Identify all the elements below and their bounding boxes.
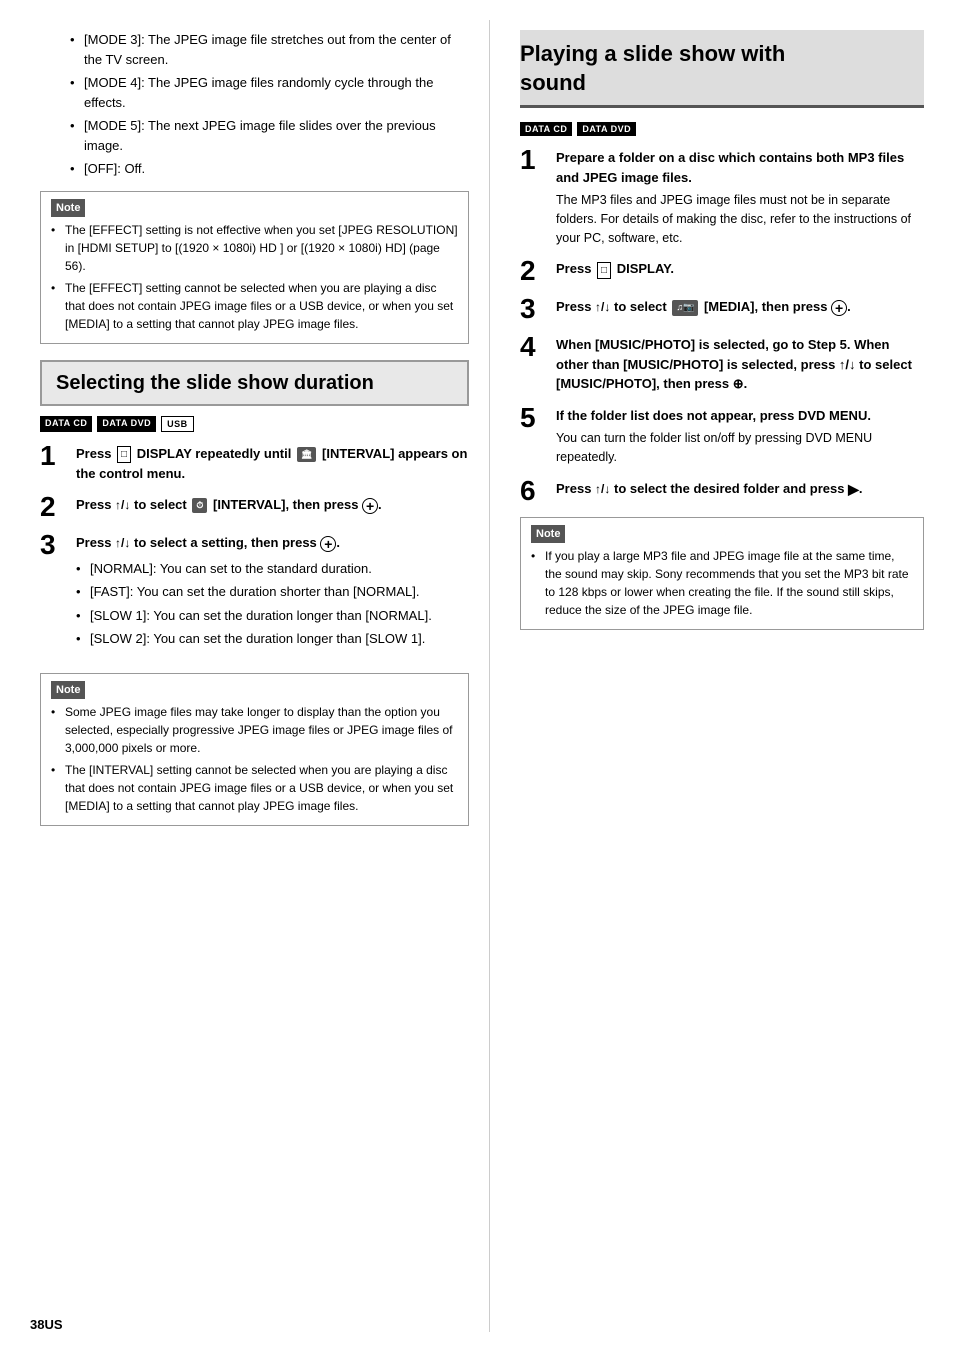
note-list-1: The [EFFECT] setting is not effective wh…: [51, 221, 458, 333]
list-item: [MODE 3]: The JPEG image file stretches …: [70, 30, 469, 69]
right-step-2: 2 Press □ DISPLAY.: [520, 259, 924, 285]
step-number-2: 2: [40, 493, 76, 521]
list-item: [FAST]: You can set the duration shorter…: [76, 582, 469, 602]
right-step-content-3: Press ↑/↓ to select ♫📷 [MEDIA], then pre…: [556, 297, 924, 317]
right-step-3: 3 Press ↑/↓ to select ♫📷 [MEDIA], then p…: [520, 297, 924, 323]
note-item: The [EFFECT] setting cannot be selected …: [51, 279, 458, 333]
arrow-icon-right3: ↑/↓: [595, 300, 610, 314]
note-item: Some JPEG image files may take longer to…: [51, 703, 458, 757]
left-column: [MODE 3]: The JPEG image file stretches …: [0, 20, 490, 1332]
right-step-content-4: When [MUSIC/PHOTO] is selected, go to St…: [556, 335, 924, 394]
badge-usb: USB: [161, 416, 194, 432]
list-item: [SLOW 1]: You can set the duration longe…: [76, 606, 469, 626]
note-item: If you play a large MP3 file and JPEG im…: [531, 547, 913, 619]
media-icon: ♫📷: [672, 300, 698, 316]
display-icon-right: □: [597, 262, 611, 279]
arrow-icon-right6: ↑/↓: [595, 482, 610, 496]
intro-bullet-list: [MODE 3]: The JPEG image file stretches …: [70, 30, 469, 179]
section-header-right: Playing a slide show with sound: [520, 30, 924, 108]
right-step-1: 1 Prepare a folder on a disc which conta…: [520, 148, 924, 247]
circle-plus-icon-3: +: [320, 536, 336, 552]
right-step-number-2: 2: [520, 257, 556, 285]
right-step-4: 4 When [MUSIC/PHOTO] is selected, go to …: [520, 335, 924, 394]
badge-datadvd: DATA DVD: [97, 416, 156, 432]
list-item: [SLOW 2]: You can set the duration longe…: [76, 629, 469, 649]
play-icon: ▶: [848, 479, 859, 500]
step3-bullets: [NORMAL]: You can set to the standard du…: [76, 559, 469, 649]
step-1: 1 Press □ DISPLAY repeatedly until 🏛 [IN…: [40, 444, 469, 483]
display-icon: □: [117, 446, 131, 463]
badge-datacd: DATA CD: [40, 416, 92, 432]
step-content-2: Press ↑/↓ to select ⏱ [INTERVAL], then p…: [76, 495, 469, 515]
arrow-updown-icon: ↑/↓: [115, 498, 130, 512]
note-list-2: Some JPEG image files may take longer to…: [51, 703, 458, 815]
list-item: [OFF]: Off.: [70, 159, 469, 179]
note-box-1: Note The [EFFECT] setting is not effecti…: [40, 191, 469, 345]
note-item: The [EFFECT] setting is not effective wh…: [51, 221, 458, 275]
circle-plus-right3: +: [831, 300, 847, 316]
step-3: 3 Press ↑/↓ to select a setting, then pr…: [40, 533, 469, 661]
right-step-number-1: 1: [520, 146, 556, 174]
step-number-1: 1: [40, 442, 76, 470]
right-step-content-5: If the folder list does not appear, pres…: [556, 406, 924, 467]
badges-1: DATA CD DATA DVD USB: [40, 416, 469, 432]
note-title-2: Note: [51, 681, 85, 700]
step-content-3: Press ↑/↓ to select a setting, then pres…: [76, 533, 469, 661]
step-content-1: Press □ DISPLAY repeatedly until 🏛 [INTE…: [76, 444, 469, 483]
right-step-content-1: Prepare a folder on a disc which contain…: [556, 148, 924, 247]
right-step-number-6: 6: [520, 477, 556, 505]
right-step-number-3: 3: [520, 295, 556, 323]
right-step-content-6: Press ↑/↓ to select the desired folder a…: [556, 479, 924, 500]
page-number: 38US: [30, 1317, 63, 1332]
right-step-number-5: 5: [520, 404, 556, 432]
note-box-2: Note Some JPEG image files may take long…: [40, 673, 469, 827]
note-item: The [INTERVAL] setting cannot be selecte…: [51, 761, 458, 815]
section-header-1: Selecting the slide show duration: [40, 360, 469, 406]
badges-right: DATA CD DATA DVD: [520, 122, 924, 136]
right-step-5: 5 If the folder list does not appear, pr…: [520, 406, 924, 467]
right-step-content-2: Press □ DISPLAY.: [556, 259, 924, 279]
section-title-right: Playing a slide show with sound: [520, 40, 924, 97]
note-box-right: Note If you play a large MP3 file and JP…: [520, 517, 924, 631]
interval-icon-2: ⏱: [192, 498, 207, 514]
note-title-right: Note: [531, 525, 565, 544]
badge-datacd-right: DATA CD: [520, 122, 572, 136]
circle-plus-icon: +: [362, 498, 378, 514]
right-step-number-4: 4: [520, 333, 556, 361]
step-number-3: 3: [40, 531, 76, 559]
right-step-6: 6 Press ↑/↓ to select the desired folder…: [520, 479, 924, 505]
note-title-1: Note: [51, 199, 85, 218]
display-label: DISPLAY: [137, 446, 192, 461]
interval-icon: 🏛: [297, 447, 316, 463]
list-item: [NORMAL]: You can set to the standard du…: [76, 559, 469, 579]
list-item: [MODE 5]: The next JPEG image file slide…: [70, 116, 469, 155]
right-column: Playing a slide show with sound DATA CD …: [490, 20, 954, 1332]
badge-datadvd-right: DATA DVD: [577, 122, 636, 136]
arrow-icon-3: ↑/↓: [115, 536, 130, 550]
list-item: [MODE 4]: The JPEG image files randomly …: [70, 73, 469, 112]
section-title-1: Selecting the slide show duration: [56, 370, 453, 396]
note-list-right: If you play a large MP3 file and JPEG im…: [531, 547, 913, 619]
step-2: 2 Press ↑/↓ to select ⏱ [INTERVAL], then…: [40, 495, 469, 521]
